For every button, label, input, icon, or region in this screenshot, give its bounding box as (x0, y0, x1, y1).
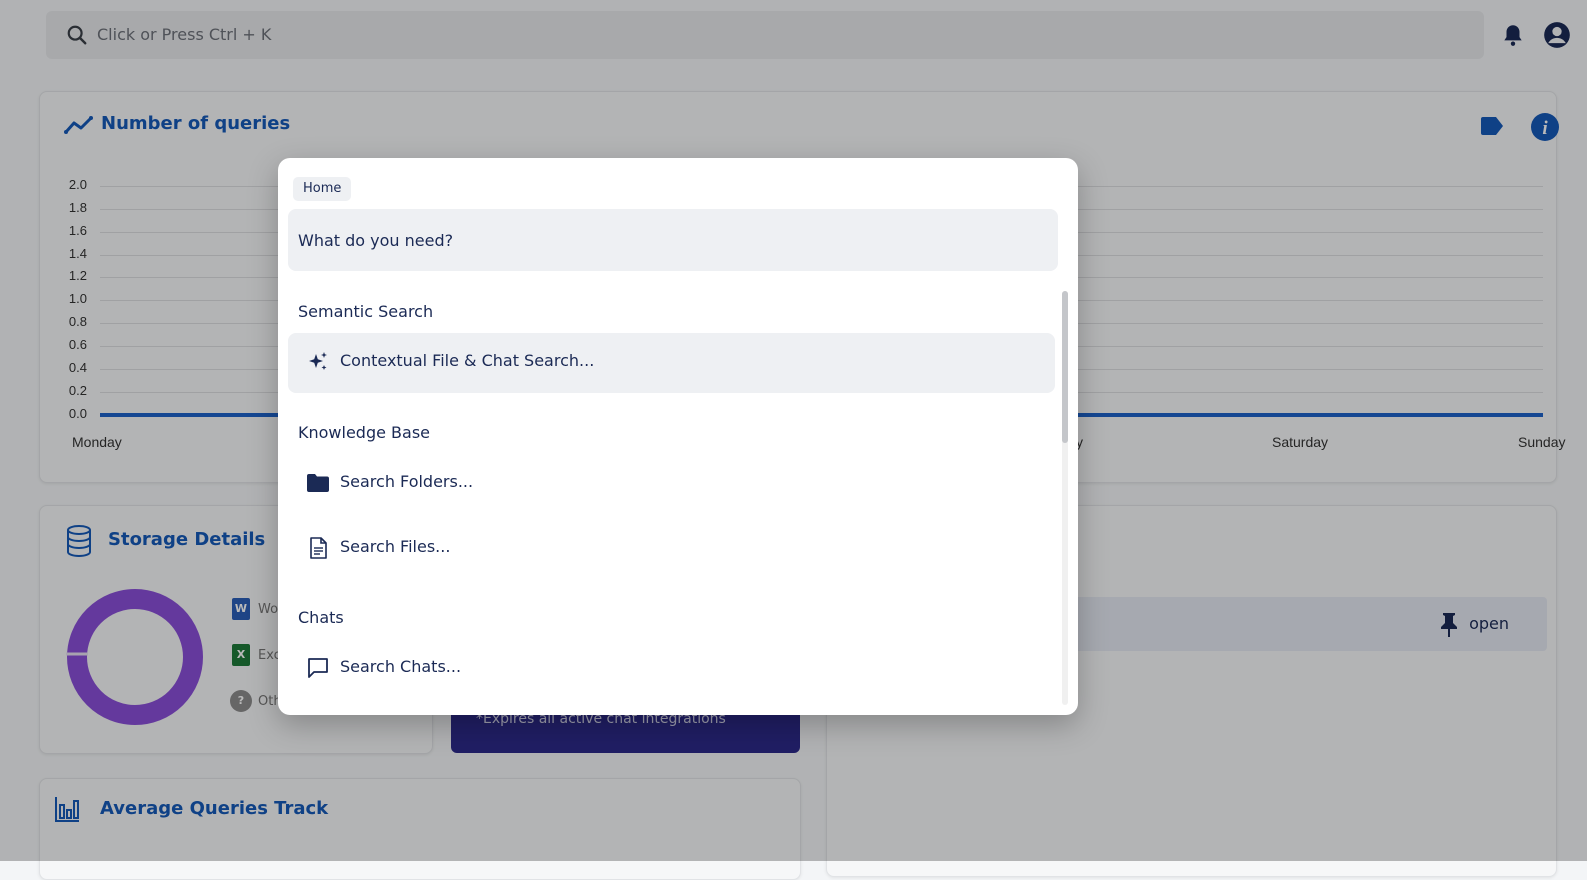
command-search-input[interactable] (288, 209, 1058, 271)
group-heading-semantic-search: Semantic Search (298, 302, 434, 321)
folder-icon (307, 474, 329, 492)
command-item-search-files[interactable]: Search Files... (288, 519, 1055, 579)
sparkles-icon (309, 352, 327, 370)
results-scrollbar[interactable] (1062, 291, 1068, 705)
chat-icon (308, 658, 328, 678)
breadcrumb-home[interactable]: Home (293, 177, 352, 201)
command-item-label: Contextual File & Chat Search... (340, 351, 595, 370)
group-heading-chats: Chats (298, 608, 344, 627)
group-heading-knowledge-base: Knowledge Base (298, 423, 430, 442)
command-item-contextual-search[interactable]: Contextual File & Chat Search... (288, 333, 1055, 393)
command-palette: Home Semantic Search Contextual File & C… (278, 158, 1078, 715)
scrollbar-thumb[interactable] (1062, 291, 1068, 443)
file-icon (310, 537, 327, 559)
command-item-label: Search Chats... (340, 657, 462, 676)
command-item-label: Search Files... (340, 537, 451, 556)
command-results-list: Semantic Search Contextual File & Chat S… (278, 288, 1078, 715)
command-item-label: Search Folders... (340, 472, 474, 491)
command-item-search-chats[interactable]: Search Chats... (288, 639, 1055, 699)
command-item-search-folders[interactable]: Search Folders... (288, 454, 1055, 514)
